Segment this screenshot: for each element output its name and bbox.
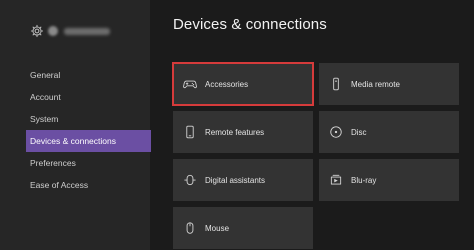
gear-icon	[30, 24, 44, 38]
assistant-icon	[184, 174, 196, 186]
disc-icon	[330, 126, 342, 138]
sidebar-item-general[interactable]: General	[26, 64, 150, 86]
tile-digital-assistants[interactable]: Digital assistants	[173, 159, 313, 201]
avatar	[48, 26, 58, 36]
phone-icon	[186, 125, 194, 139]
gamertag-blurred	[64, 27, 110, 35]
sidebar: General Account System Devices & connect…	[0, 0, 151, 250]
tile-media-remote[interactable]: Media remote	[319, 63, 459, 105]
controller-icon	[183, 80, 197, 89]
bluray-icon	[330, 174, 342, 185]
sidebar-item-preferences[interactable]: Preferences	[26, 152, 150, 174]
tile-label: Disc	[351, 127, 367, 137]
sidebar-item-account[interactable]: Account	[26, 86, 150, 108]
remote-icon	[333, 77, 339, 91]
tile-mouse[interactable]: Mouse	[173, 207, 313, 249]
tile-label: Digital assistants	[205, 175, 266, 185]
sidebar-nav: General Account System Devices & connect…	[26, 64, 151, 196]
tile-disc[interactable]: Disc	[319, 111, 459, 153]
tile-blu-ray[interactable]: Blu-ray	[319, 159, 459, 201]
sidebar-item-ease-of-access[interactable]: Ease of Access	[26, 174, 150, 196]
tile-label: Blu-ray	[351, 175, 377, 185]
tile-label: Remote features	[205, 127, 265, 137]
tile-label: Mouse	[205, 223, 230, 233]
page-title: Devices & connections	[173, 16, 327, 33]
tile-accessories[interactable]: Accessories	[172, 62, 314, 106]
tile-label: Accessories	[205, 79, 249, 89]
sidebar-item-system[interactable]: System	[26, 108, 150, 130]
profile-header[interactable]	[30, 22, 110, 40]
tile-label: Media remote	[351, 79, 400, 89]
tile-remote-features[interactable]: Remote features	[173, 111, 313, 153]
mouse-icon	[186, 222, 194, 234]
sidebar-item-devices-connections[interactable]: Devices & connections	[26, 130, 151, 152]
main-panel: Devices & connections Accessories Media …	[150, 0, 474, 250]
